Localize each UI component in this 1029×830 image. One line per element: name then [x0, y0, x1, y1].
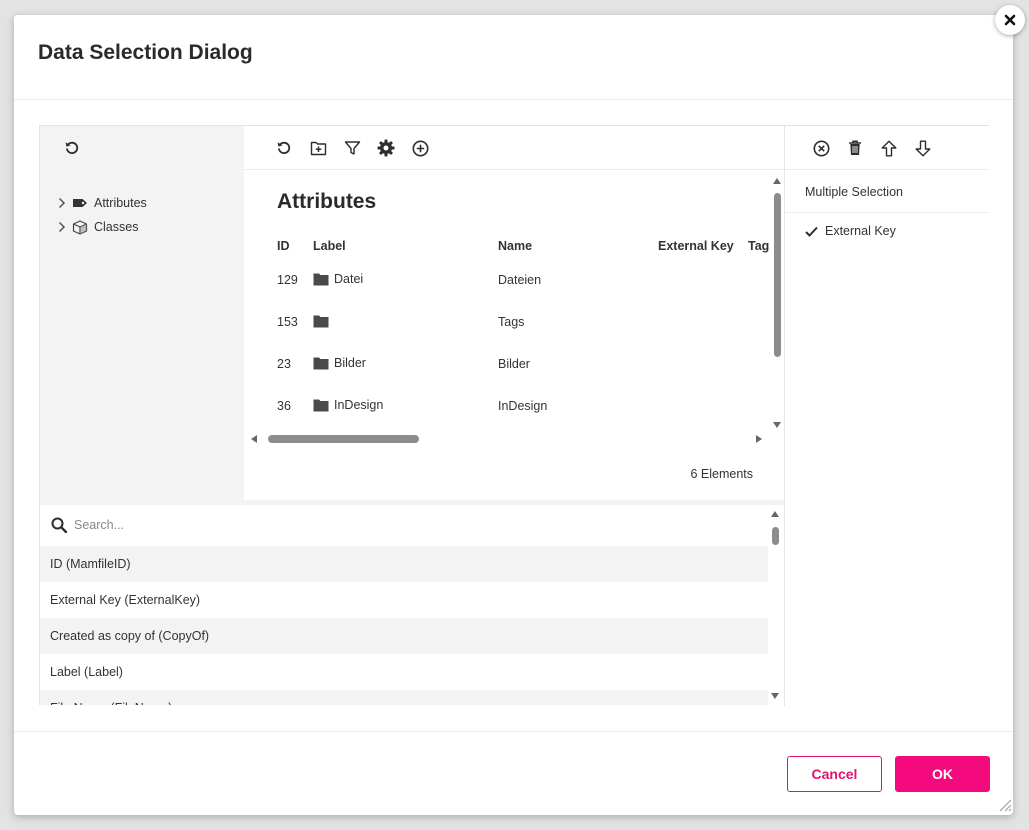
refresh-icon [65, 141, 79, 154]
attribute-list-scrollbar[interactable] [768, 509, 782, 701]
grid-vertical-scrollbar[interactable] [770, 176, 784, 430]
tree-pane: Attributes Classes [40, 126, 244, 500]
list-item[interactable]: ID (MamfileID) [40, 546, 768, 582]
folder-icon [313, 356, 329, 370]
folder-icon [313, 272, 329, 286]
selected-item[interactable]: External Key [805, 224, 896, 238]
close-circle-icon [813, 140, 829, 156]
add-button[interactable] [410, 138, 430, 158]
folder-icon [313, 398, 329, 412]
chevron-right-icon[interactable] [58, 197, 72, 209]
delete-button[interactable] [845, 138, 865, 158]
row-label: Datei [313, 272, 363, 286]
filter-icon [344, 141, 360, 155]
grid-pane: Attributes ID Label Name External Key Ta… [244, 126, 784, 500]
selection-toolbar [785, 126, 989, 170]
close-dialog-button[interactable] [995, 5, 1025, 35]
selected-item-label: External Key [825, 224, 896, 238]
row-label-text: Datei [334, 272, 364, 286]
attribute-list-pane: ID (MamfileID) External Key (ExternalKey… [40, 505, 784, 705]
row-id: 129 [277, 273, 298, 287]
grid-refresh-button[interactable] [274, 138, 294, 158]
footer-divider [14, 731, 1013, 732]
cube-icon [72, 219, 94, 235]
selection-header: Multiple Selection [785, 171, 989, 213]
chevron-right-icon[interactable] [58, 221, 72, 233]
grid-toolbar [244, 126, 784, 170]
cancel-button[interactable]: Cancel [787, 756, 882, 792]
ok-button[interactable]: OK [895, 756, 990, 792]
tree-item-attributes[interactable]: Attributes [58, 193, 147, 213]
grid-title: Attributes [277, 190, 377, 213]
row-label-text: InDesign [334, 398, 384, 412]
row-label: Bilder [313, 356, 366, 370]
plus-circle-icon [412, 140, 428, 156]
tree-item-label: Classes [94, 220, 139, 234]
search-icon [40, 517, 74, 533]
row-name: Tags [498, 315, 525, 329]
row-name: Bilder [498, 357, 530, 371]
gear-icon [377, 139, 395, 157]
trash-icon [849, 140, 861, 155]
dialog-title: Data Selection Dialog [38, 41, 253, 64]
list-item[interactable]: Created as copy of (CopyOf) [40, 618, 768, 654]
new-folder-button[interactable] [308, 138, 328, 158]
grid-horizontal-scrollbar[interactable] [250, 432, 768, 446]
filter-button[interactable] [342, 138, 362, 158]
row-name: InDesign [498, 399, 548, 413]
clear-selection-button[interactable] [811, 138, 831, 158]
list-item[interactable]: File Name (FileName) [40, 690, 768, 705]
resize-handle-icon[interactable] [996, 796, 1012, 812]
move-down-button[interactable] [913, 138, 933, 158]
tag-icon [72, 197, 94, 209]
row-label-text: Bilder [334, 356, 366, 370]
row-id: 36 [277, 399, 291, 413]
row-label [313, 314, 334, 328]
close-icon [1004, 14, 1016, 26]
row-id: 153 [277, 315, 298, 329]
header-divider [14, 99, 1013, 100]
tree-item-classes[interactable]: Classes [58, 217, 138, 237]
tree-refresh-button[interactable] [62, 138, 82, 158]
refresh-icon [277, 141, 291, 154]
arrow-up-icon [881, 140, 897, 156]
element-count: 6 Elements [690, 467, 753, 481]
row-label: InDesign [313, 398, 383, 412]
row-name: Dateien [498, 273, 542, 287]
move-up-button[interactable] [879, 138, 899, 158]
attribute-search [40, 505, 768, 545]
data-selection-dialog: Data Selection Dialog Attributes Classes [14, 15, 1013, 815]
list-item[interactable]: External Key (ExternalKey) [40, 582, 768, 618]
list-item[interactable]: Label (Label) [40, 654, 768, 690]
folder-plus-icon [310, 141, 326, 156]
selection-pane: Multiple Selection External Key [785, 126, 989, 706]
checkmark-icon [805, 226, 818, 237]
dialog-content: Attributes Classes Attributes ID Label N… [39, 125, 989, 706]
grid-body: 129 Datei Dateien 153 Tags 23 Bilder Bil… [244, 226, 770, 431]
settings-button[interactable] [376, 138, 396, 158]
tree-item-label: Attributes [94, 196, 147, 210]
row-id: 23 [277, 357, 291, 371]
search-input[interactable] [74, 518, 674, 532]
arrow-down-icon [915, 140, 931, 156]
folder-icon [313, 314, 329, 328]
